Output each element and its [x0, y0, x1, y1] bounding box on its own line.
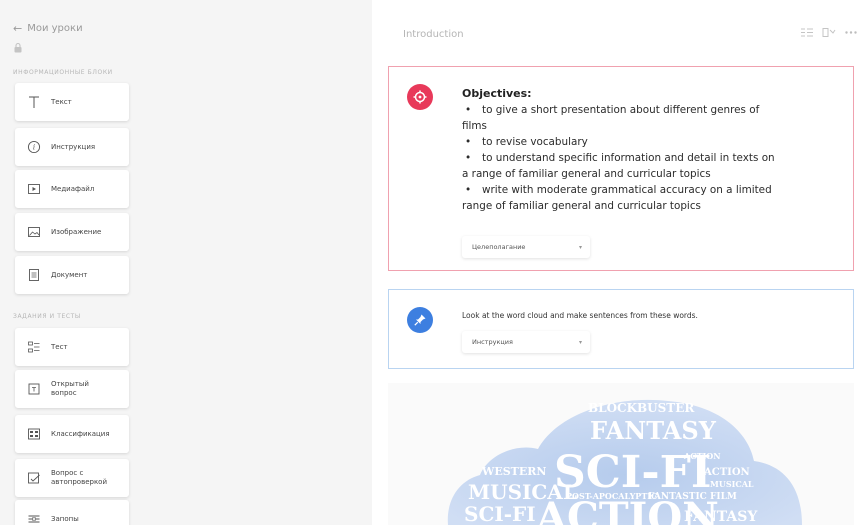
- classification-icon: [27, 427, 41, 441]
- play-icon: [27, 182, 41, 196]
- objective-item-line2: a range of familiar general and curricul…: [462, 168, 711, 180]
- block-image-label: Изображение: [51, 227, 102, 236]
- block-sidebar: ← Мои уроки информационные блоки Текст i…: [0, 0, 372, 525]
- word-cloud-graphic: BLOCKBUSTER FANTASY SCI-FI WESTERN MUSIC…: [447, 399, 802, 525]
- block-document[interactable]: Документ: [15, 256, 129, 294]
- pin-icon: [407, 307, 433, 333]
- info-icon: i: [27, 140, 41, 154]
- fill-gaps-icon: [27, 512, 41, 525]
- block-auto-check-label: Вопрос с автопроверкой: [51, 469, 107, 487]
- word-fantasy-small: FANTASY: [684, 509, 758, 525]
- list-view-icon[interactable]: [800, 26, 814, 38]
- settings-toggle-icon[interactable]: [822, 26, 836, 38]
- svg-text:i: i: [33, 144, 35, 152]
- test-icon: [27, 340, 41, 354]
- objective-item-line1: to revise vocabulary: [482, 136, 588, 148]
- objective-item-line2: range of familiar general and curricular…: [462, 200, 701, 212]
- objective-item: write with moderate grammatical accuracy…: [462, 182, 832, 214]
- block-fill-gaps[interactable]: Запопы: [15, 500, 129, 525]
- image-icon: [27, 225, 41, 239]
- word-cloud-image: BLOCKBUSTER FANTASY SCI-FI WESTERN MUSIC…: [388, 383, 854, 525]
- instruction-card[interactable]: Look at the word cloud and make sentence…: [388, 289, 854, 369]
- instruction-type-value: Инструкция: [472, 338, 513, 346]
- block-instruction-label: Инструкция: [51, 142, 96, 151]
- arrow-left-icon: ←: [13, 22, 23, 35]
- auto-check-icon: [27, 471, 41, 485]
- word-musical-small: MUSICAL: [710, 479, 754, 489]
- objective-item: to give a short presentation about diffe…: [462, 102, 832, 134]
- block-image[interactable]: Изображение: [15, 213, 129, 251]
- objective-item-line1: write with moderate grammatical accuracy…: [482, 184, 772, 196]
- block-open-question-line1: Открытый: [51, 380, 89, 389]
- word-action: ACTION: [683, 451, 721, 461]
- block-test[interactable]: Тест: [15, 328, 129, 366]
- more-options-icon[interactable]: [844, 26, 858, 38]
- word-western: WESTERN: [481, 465, 546, 478]
- block-open-question-line2: вопрос: [51, 389, 77, 397]
- block-classification[interactable]: Классификация: [15, 415, 129, 453]
- text-icon: [27, 95, 41, 109]
- back-to-lessons-link[interactable]: ← Мои уроки: [13, 22, 83, 35]
- block-instruction[interactable]: i Инструкция: [15, 128, 129, 166]
- block-media[interactable]: Медиафайл: [15, 170, 129, 208]
- tasks-section-label: задания и тесты: [13, 313, 81, 320]
- word-scifi-small: SCI-FI: [464, 502, 536, 525]
- block-text[interactable]: Текст: [15, 83, 129, 121]
- lock-icon: [14, 42, 22, 53]
- block-classification-label: Классификация: [51, 429, 110, 438]
- block-test-label: Тест: [51, 342, 68, 351]
- objective-item-line1: to understand specific information and d…: [482, 152, 775, 164]
- objective-item-line1: to give a short presentation about diffe…: [482, 104, 760, 116]
- chevron-down-icon: ▾: [578, 338, 582, 346]
- objective-item-line2: films: [462, 120, 487, 132]
- objectives-card[interactable]: Objectives: to give a short presentation…: [388, 66, 854, 271]
- word-blockbuster: BLOCKBUSTER: [588, 401, 695, 415]
- objectives-title: Objectives:: [462, 87, 532, 100]
- block-open-question[interactable]: Открытый вопрос: [15, 370, 129, 408]
- block-fill-gaps-label: Запопы: [51, 514, 79, 523]
- block-auto-check-question[interactable]: Вопрос с автопроверкой: [15, 459, 129, 497]
- objectives-type-dropdown[interactable]: Целеполагание ▾: [462, 236, 590, 258]
- open-question-icon: [27, 382, 41, 396]
- block-auto-check-line2: автопроверкой: [51, 478, 108, 486]
- instruction-text[interactable]: Look at the word cloud and make sentence…: [462, 311, 698, 320]
- target-icon: [407, 84, 433, 110]
- objectives-list: to give a short presentation about diffe…: [462, 102, 832, 214]
- instruction-type-dropdown[interactable]: Инструкция ▾: [462, 331, 590, 353]
- objective-item: to understand specific information and d…: [462, 150, 832, 182]
- info-blocks-section-label: информационные блоки: [13, 69, 113, 76]
- block-auto-check-line1: Вопрос с: [51, 469, 84, 478]
- lesson-editor: Introduction Objectives: to give a short…: [372, 0, 862, 525]
- objective-item: to revise vocabulary: [462, 134, 832, 150]
- word-fantasy: FANTASY: [590, 416, 717, 445]
- block-document-label: Документ: [51, 270, 88, 279]
- editor-toolbar: [800, 26, 858, 38]
- word-action-small: ACTION: [703, 467, 750, 478]
- block-media-label: Медиафайл: [51, 184, 95, 193]
- back-link-label: Мои уроки: [27, 23, 83, 34]
- block-open-question-label: Открытый вопрос: [51, 380, 89, 398]
- block-text-label: Текст: [51, 97, 72, 106]
- document-icon: [27, 268, 41, 282]
- chevron-down-icon: ▾: [578, 243, 582, 251]
- lesson-title[interactable]: Introduction: [403, 29, 464, 40]
- objectives-type-value: Целеполагание: [472, 243, 526, 251]
